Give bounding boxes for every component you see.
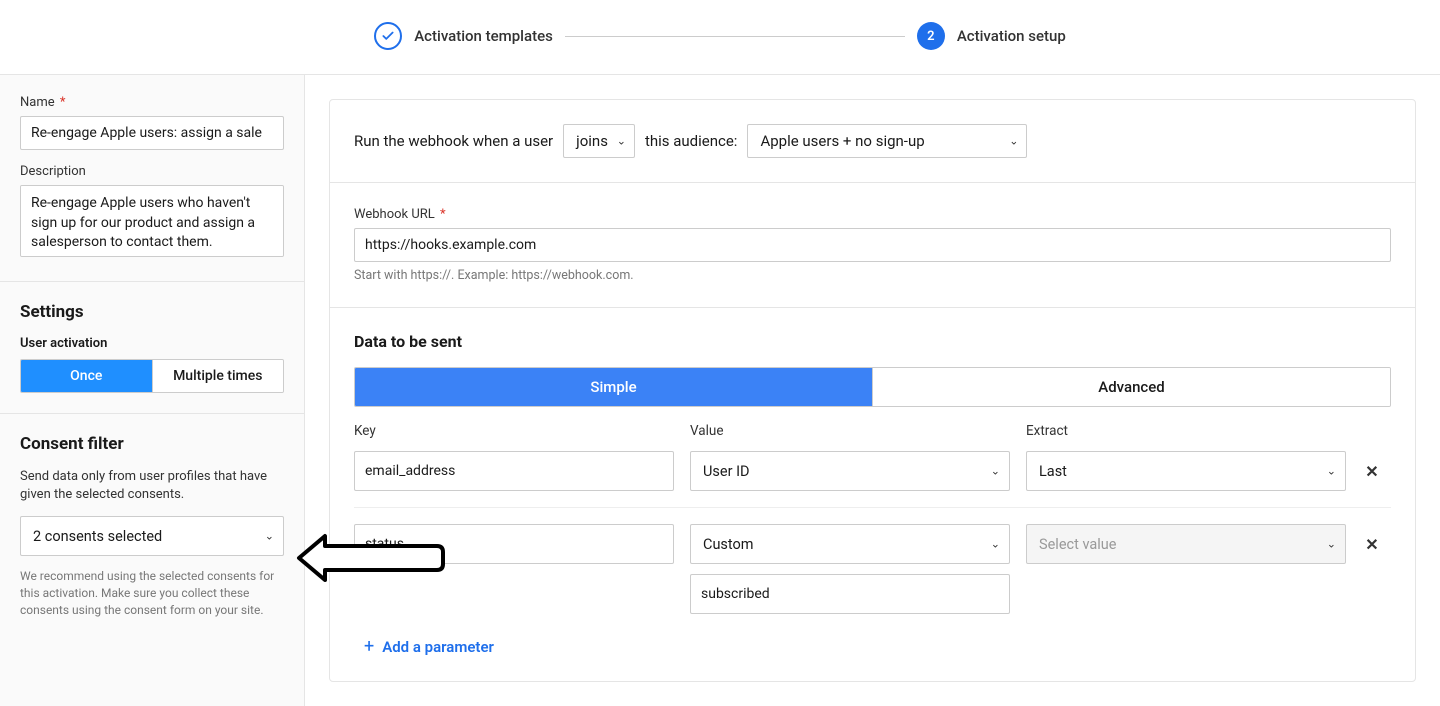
tab-simple[interactable]: Simple: [355, 368, 872, 406]
user-activation-toggle: Once Multiple times: [20, 359, 284, 393]
name-input[interactable]: [20, 116, 284, 150]
name-label: Name *: [20, 95, 284, 110]
param-custom-input[interactable]: [690, 574, 1010, 614]
tab-advanced[interactable]: Advanced: [872, 368, 1390, 406]
chevron-down-icon: ⌄: [1327, 538, 1336, 551]
param-value-select[interactable]: Custom ⌄: [690, 524, 1010, 564]
row-separator: [354, 507, 1391, 508]
audience-value: Apple users + no sign-up: [760, 132, 924, 150]
stepper: Activation templates 2 Activation setup: [0, 0, 1440, 74]
consent-select[interactable]: 2 consents selected ⌄: [20, 516, 284, 556]
column-value-header: Value: [690, 423, 1010, 439]
close-icon: ✕: [1365, 462, 1378, 481]
consent-filter-description: Send data only from user profiles that h…: [20, 468, 284, 504]
close-icon: ✕: [1365, 535, 1378, 554]
trigger-action-value: joins: [576, 132, 608, 150]
check-icon: [374, 22, 402, 50]
param-key-input[interactable]: [354, 451, 674, 491]
step-connector: [565, 36, 905, 37]
add-parameter-label: Add a parameter: [382, 638, 494, 656]
column-extract-header: Extract: [1026, 423, 1346, 439]
data-section-title: Data to be sent: [354, 332, 1391, 351]
chevron-down-icon: ⌄: [991, 465, 1000, 478]
param-key-input[interactable]: [354, 524, 674, 564]
trigger-action-select[interactable]: joins ⌄: [563, 124, 635, 158]
webhook-url-label: Webhook URL *: [354, 207, 1391, 222]
consent-select-value: 2 consents selected: [33, 528, 162, 545]
user-activation-label: User activation: [20, 336, 284, 351]
multiple-times-button[interactable]: Multiple times: [152, 360, 284, 392]
trigger-middle: this audience:: [645, 132, 738, 150]
sidebar: Name * Description Re-engage Apple users…: [0, 75, 305, 706]
chevron-down-icon: ⌄: [617, 135, 626, 148]
main-panel: Run the webhook when a user joins ⌄ this…: [305, 75, 1440, 706]
webhook-url-hint: Start with https://. Example: https://we…: [354, 268, 1391, 283]
consent-filter-heading: Consent filter: [20, 434, 284, 454]
delete-row-button[interactable]: ✕: [1362, 451, 1382, 491]
description-label: Description: [20, 164, 284, 179]
chevron-down-icon: ⌄: [1327, 465, 1336, 478]
consent-note: We recommend using the selected consents…: [20, 568, 284, 618]
description-input[interactable]: Re-engage Apple users who haven't sign u…: [20, 185, 284, 257]
settings-heading: Settings: [20, 302, 284, 322]
delete-row-button[interactable]: ✕: [1362, 524, 1382, 564]
step-templates[interactable]: Activation templates: [374, 22, 553, 50]
data-mode-tabs: Simple Advanced: [354, 367, 1391, 407]
trigger-prefix: Run the webhook when a user: [354, 132, 553, 150]
chevron-down-icon: ⌄: [991, 538, 1000, 551]
webhook-url-input[interactable]: [354, 228, 1391, 262]
once-button[interactable]: Once: [21, 360, 152, 392]
param-row: User ID ⌄ Last ⌄ ✕: [354, 447, 1391, 495]
param-row: Custom ⌄ Select value ⌄ ✕: [354, 520, 1391, 618]
step-number-icon: 2: [917, 22, 945, 50]
step-setup[interactable]: 2 Activation setup: [917, 22, 1066, 50]
column-key-header: Key: [354, 423, 674, 439]
step-setup-label: Activation setup: [957, 27, 1066, 45]
chevron-down-icon: ⌄: [1009, 135, 1018, 148]
chevron-down-icon: ⌄: [265, 530, 274, 543]
plus-icon: +: [364, 636, 374, 657]
add-parameter-button[interactable]: + Add a parameter: [354, 636, 1391, 657]
param-extract-select[interactable]: Select value ⌄: [1026, 524, 1346, 564]
param-value-select[interactable]: User ID ⌄: [690, 451, 1010, 491]
audience-select[interactable]: Apple users + no sign-up ⌄: [747, 124, 1027, 158]
step-templates-label: Activation templates: [414, 27, 553, 45]
param-extract-select[interactable]: Last ⌄: [1026, 451, 1346, 491]
